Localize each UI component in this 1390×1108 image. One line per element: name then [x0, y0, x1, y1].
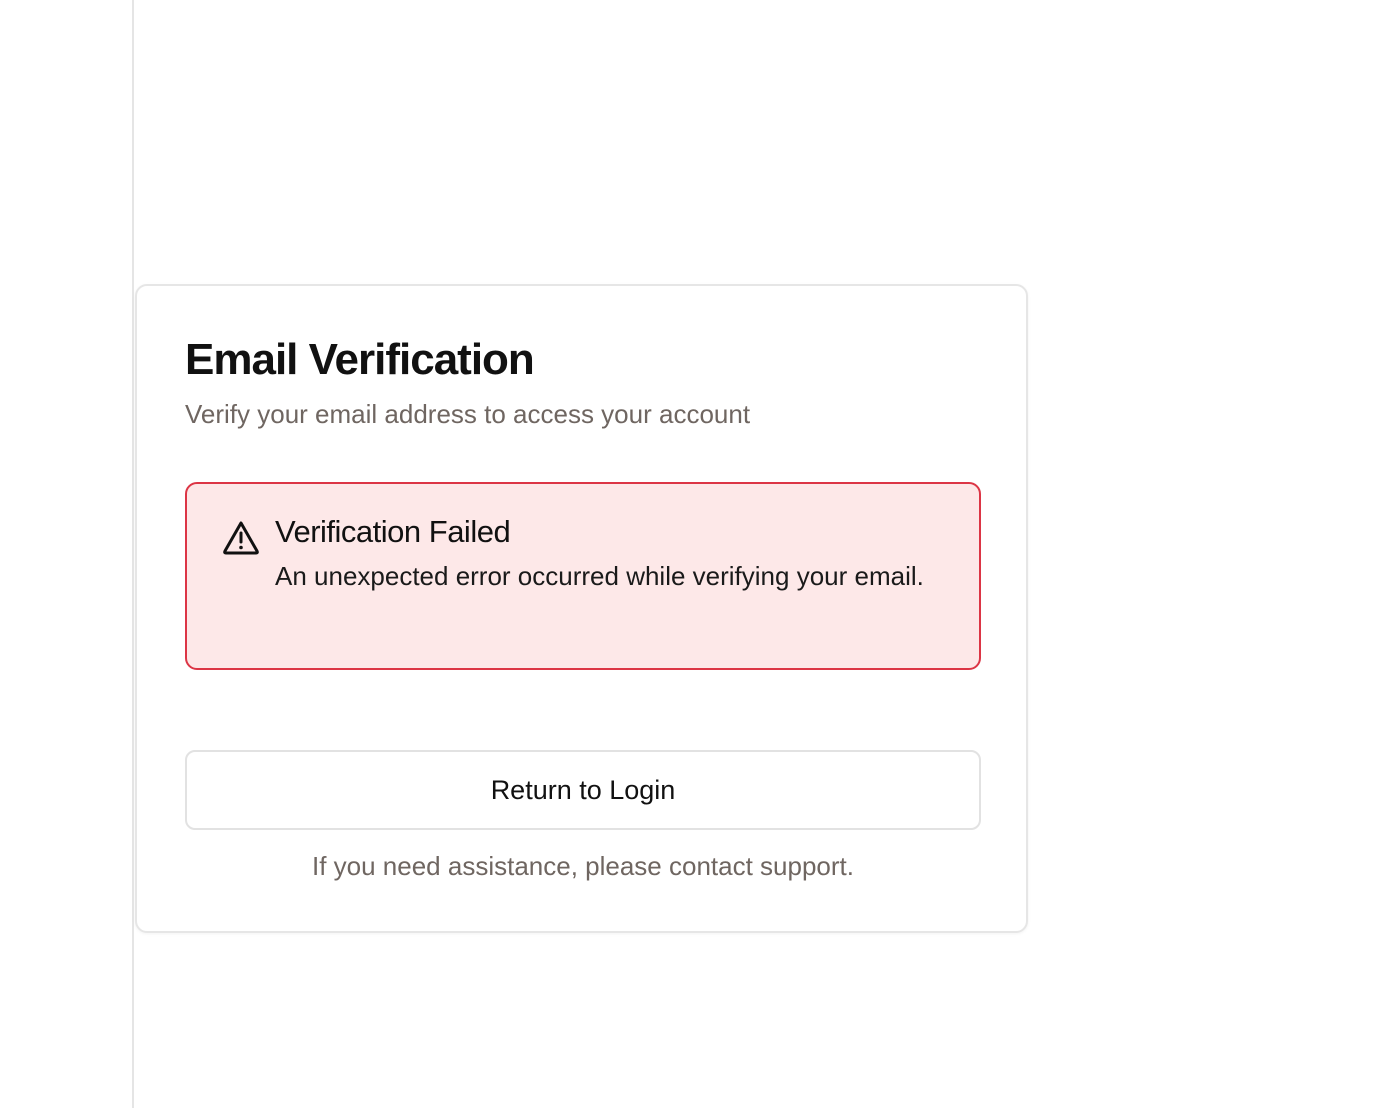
- sidebar-divider: [132, 0, 134, 1108]
- page-subtitle: Verify your email address to access your…: [185, 399, 751, 429]
- alert-title: Verification Failed: [275, 514, 511, 549]
- page: Email Verification Verify your email add…: [0, 0, 1390, 1108]
- error-alert: Verification Failed An unexpected error …: [185, 482, 981, 670]
- return-to-login-button[interactable]: Return to Login: [185, 750, 981, 830]
- warning-triangle-icon: [221, 518, 261, 558]
- support-note: If you need assistance, please contact s…: [311, 851, 854, 881]
- page-title: Email Verification: [185, 335, 535, 384]
- alert-message: An unexpected error occurred while verif…: [275, 561, 924, 591]
- verification-card: Email Verification Verify your email add…: [135, 284, 1028, 933]
